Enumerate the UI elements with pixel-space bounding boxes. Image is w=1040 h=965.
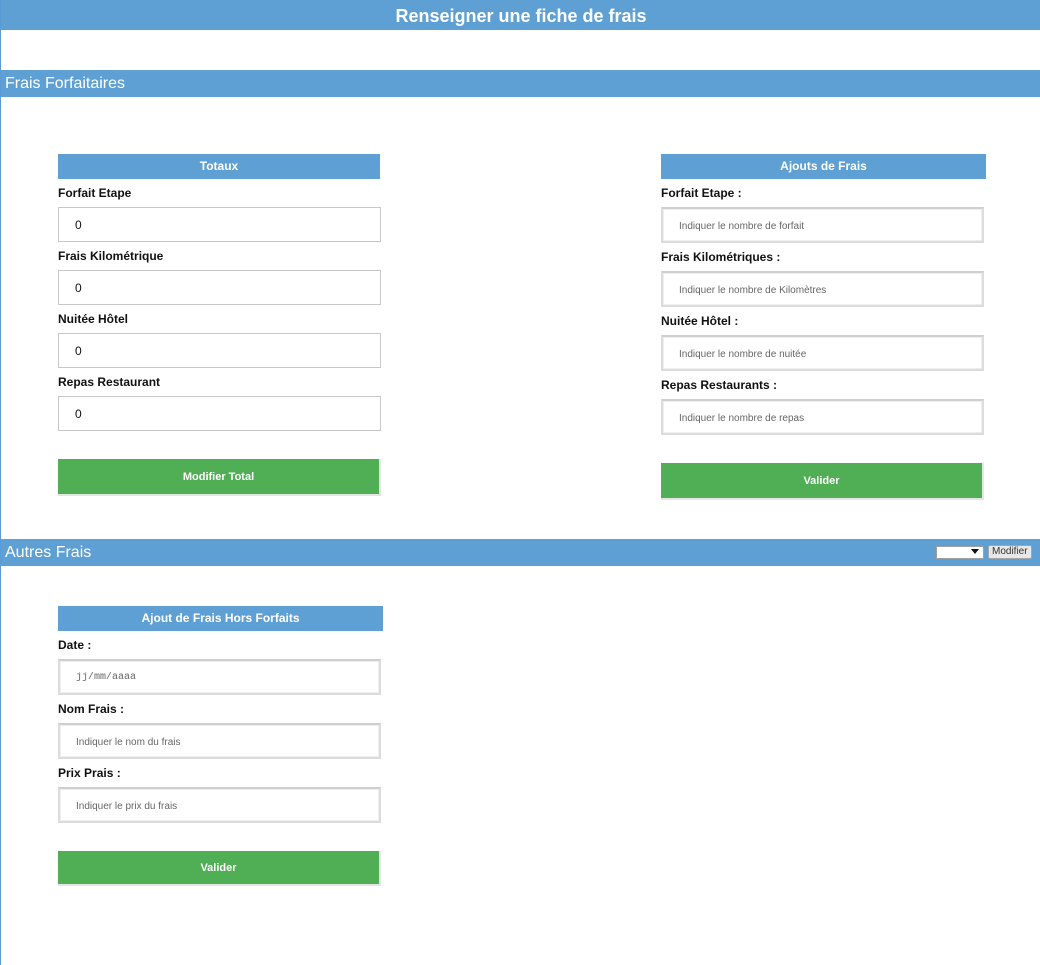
period-select[interactable] xyxy=(936,546,984,559)
section-title-autres-frais: Autres Frais xyxy=(1,539,1040,566)
totals-input-frais-kilometrique[interactable] xyxy=(58,270,381,305)
price-label: Prix Prais : xyxy=(58,766,121,780)
add-input-forfait-etape[interactable] xyxy=(661,207,984,243)
add-label-forfait-etape: Forfait Etape : xyxy=(661,186,742,200)
page-title: Renseigner une fiche de frais xyxy=(1,0,1040,30)
add-label-repas-restaurants: Repas Restaurants : xyxy=(661,378,778,392)
hors-forfait-validate-button[interactable]: Valider xyxy=(58,851,381,886)
totals-header: Totaux xyxy=(58,154,380,179)
totals-input-repas-restaurant[interactable] xyxy=(58,396,381,431)
totals-label-nuitee-hotel: Nuitée Hôtel xyxy=(58,312,129,326)
section-title-frais-forfaitaires: Frais Forfaitaires xyxy=(1,70,1040,97)
add-input-repas-restaurants[interactable] xyxy=(661,399,984,435)
modify-button[interactable]: Modifier xyxy=(988,545,1032,559)
add-input-frais-kilometriques[interactable] xyxy=(661,271,984,307)
autres-frais-label: Autres Frais xyxy=(5,544,92,561)
name-label: Nom Frais : xyxy=(58,702,125,716)
totals-input-nuitee-hotel[interactable] xyxy=(58,333,381,368)
totals-label-repas-restaurant: Repas Restaurant xyxy=(58,375,161,389)
add-label-frais-kilometriques: Frais Kilométriques : xyxy=(661,250,781,264)
hors-forfait-header: Ajout de Frais Hors Forfaits xyxy=(58,606,383,631)
name-input[interactable] xyxy=(58,723,381,759)
add-expenses-header: Ajouts de Frais xyxy=(661,154,986,179)
chevron-down-icon xyxy=(971,549,979,554)
modify-total-button[interactable]: Modifier Total xyxy=(58,459,381,496)
totals-input-forfait-etape[interactable] xyxy=(58,207,381,242)
add-input-nuitee-hotel[interactable] xyxy=(661,335,984,371)
date-label: Date : xyxy=(58,638,92,652)
add-validate-button[interactable]: Valider xyxy=(661,463,984,500)
add-label-nuitee-hotel: Nuitée Hôtel : xyxy=(661,314,739,328)
totals-label-forfait-etape: Forfait Etape xyxy=(58,186,132,200)
price-input[interactable] xyxy=(58,787,381,823)
totals-label-frais-kilometrique: Frais Kilométrique xyxy=(58,249,164,263)
date-input[interactable] xyxy=(58,659,381,695)
